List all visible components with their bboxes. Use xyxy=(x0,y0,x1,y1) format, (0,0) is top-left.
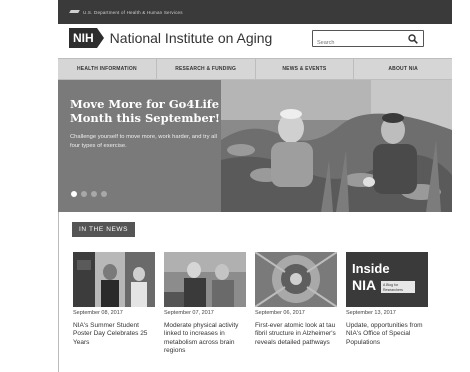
carousel-dot-4[interactable] xyxy=(101,191,107,197)
news-card[interactable]: September 07, 2017 Moderate physical act… xyxy=(164,252,246,355)
hero-photo-gardeners xyxy=(221,80,452,212)
news-title-link[interactable]: Moderate physical activity linked to inc… xyxy=(164,322,246,355)
news-image-tau-fibril[interactable] xyxy=(255,252,337,307)
news-date: September 06, 2017 xyxy=(255,310,305,316)
nav-item-news-events[interactable]: NEWS & EVENTS xyxy=(256,59,355,79)
news-date: September 13, 2017 xyxy=(346,310,396,316)
hero-carousel: Move More for Go4Life Month this Septemb… xyxy=(58,80,452,212)
hero-subtitle: Challenge yourself to move more, work ha… xyxy=(70,134,217,149)
search-input[interactable] xyxy=(317,36,401,50)
carousel-dots xyxy=(71,191,107,197)
news-title-link[interactable]: NIA's Summer Student Poster Day Celebrat… xyxy=(73,322,155,347)
news-image-inside-nia[interactable]: Inside NIA A Blog for Researchers xyxy=(346,252,428,307)
carousel-dot-1[interactable] xyxy=(71,191,77,197)
inside-text: Inside xyxy=(352,261,390,276)
in-the-news-heading: IN THE NEWS xyxy=(72,222,136,237)
news-list: September 08, 2017 NIA's Summer Student … xyxy=(73,252,433,355)
carousel-dot-2[interactable] xyxy=(81,191,87,197)
hhs-link-text: U.S. Department of Health & Human Servic… xyxy=(83,9,183,15)
news-image-physical-activity[interactable] xyxy=(164,252,246,307)
nav-item-health-information[interactable]: HEALTH INFORMATION xyxy=(58,59,157,79)
news-card[interactable]: September 08, 2017 NIA's Summer Student … xyxy=(73,252,155,355)
hero-text-block: Move More for Go4Life Month this Septemb… xyxy=(70,97,220,151)
main-nav: HEALTH INFORMATION RESEARCH & FUNDING NE… xyxy=(58,58,452,80)
hhs-link[interactable]: U.S. Department of Health & Human Servic… xyxy=(70,8,183,16)
search-box xyxy=(312,30,424,50)
news-image-student-poster[interactable] xyxy=(73,252,155,307)
nia-logo-link[interactable]: NIH National Institute on Aging xyxy=(69,28,272,48)
hhs-topbar: U.S. Department of Health & Human Servic… xyxy=(58,0,452,24)
nih-logo: NIH xyxy=(69,28,97,48)
news-card[interactable]: Inside NIA A Blog for Researchers Septem… xyxy=(346,252,428,355)
news-card[interactable]: September 06, 2017 First-ever atomic loo… xyxy=(255,252,337,355)
news-title-link[interactable]: First-ever atomic look at tau fibril str… xyxy=(255,322,337,347)
site-header: NIH National Institute on Aging xyxy=(58,24,452,58)
news-date: September 07, 2017 xyxy=(164,310,214,316)
search-icon[interactable] xyxy=(408,34,418,44)
blog-for-text: A Blog for xyxy=(383,283,399,287)
news-date: September 08, 2017 xyxy=(73,310,123,316)
nav-item-research-funding[interactable]: RESEARCH & FUNDING xyxy=(157,59,256,79)
hhs-eagle-icon xyxy=(70,8,79,16)
site-title: National Institute on Aging xyxy=(109,30,273,46)
nih-logo-chevron xyxy=(96,28,104,48)
hero-title[interactable]: Move More for Go4Life Month this Septemb… xyxy=(70,97,220,125)
nia-text: NIA xyxy=(352,277,376,293)
researchers-text: Researchers xyxy=(383,288,403,292)
news-title-link[interactable]: Update, opportunities from NIA's Office … xyxy=(346,322,428,347)
nav-item-about-nia[interactable]: ABOUT NIA xyxy=(354,59,452,79)
carousel-dot-3[interactable] xyxy=(91,191,97,197)
